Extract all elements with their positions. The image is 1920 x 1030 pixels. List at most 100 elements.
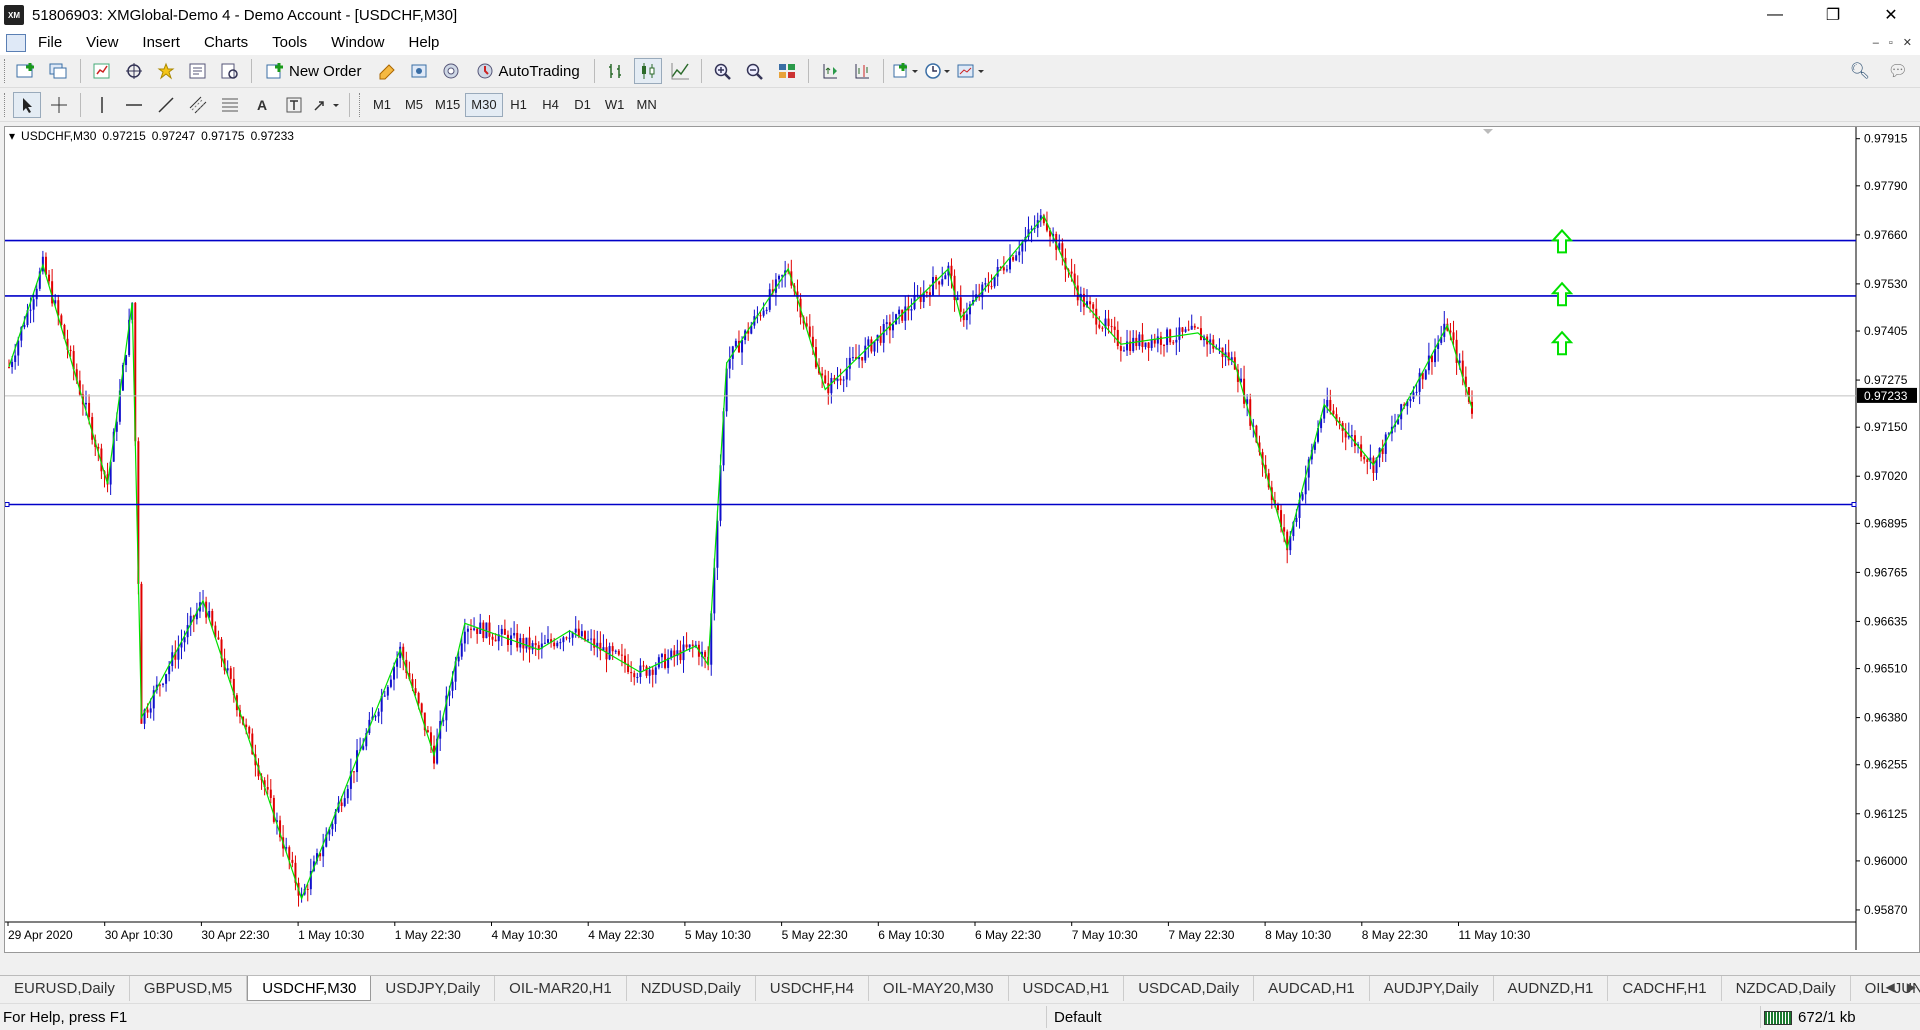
timeframe-d1[interactable]: D1	[567, 93, 599, 117]
chart-tab[interactable]: NZDCAD,Daily	[1722, 976, 1851, 1001]
line-chart-icon[interactable]	[666, 58, 694, 84]
chart-tab[interactable]: CADCHF,H1	[1608, 976, 1722, 1001]
menu-file[interactable]: File	[26, 30, 74, 55]
chart-tab[interactable]: USDCAD,H1	[1009, 976, 1125, 1001]
data-window-icon[interactable]	[120, 58, 148, 84]
timeframe-m15[interactable]: M15	[430, 93, 465, 117]
document-icon[interactable]	[6, 33, 26, 52]
templates-icon[interactable]	[955, 58, 985, 84]
chart-tab[interactable]: AUDJPY,Daily	[1370, 976, 1494, 1001]
chart-tab[interactable]: AUDNZD,H1	[1494, 976, 1609, 1001]
chart-tab[interactable]: OIL-MAR20,H1	[495, 976, 627, 1001]
chart-tab[interactable]: USDCHF,M30	[247, 976, 372, 1001]
search-icon[interactable]: 🔍︎	[1850, 61, 1870, 81]
bar-chart-icon[interactable]	[602, 58, 630, 84]
zoom-in-icon[interactable]	[709, 58, 737, 84]
auto-scroll-icon[interactable]	[816, 58, 844, 84]
chart-tab[interactable]: OIL-MAY20,M30	[869, 976, 1009, 1001]
chart-tab[interactable]: GBPUSD,M5	[130, 976, 248, 1001]
timeframe-m30[interactable]: M30	[465, 92, 503, 117]
autotrading-icon	[477, 63, 493, 79]
zoom-out-icon[interactable]	[741, 58, 769, 84]
new-chart-icon[interactable]	[13, 58, 41, 84]
status-divider	[1760, 1006, 1761, 1028]
candle-body	[867, 339, 870, 346]
candle-body	[1190, 325, 1193, 330]
chart-menu-triangle-icon[interactable]: ▾	[9, 129, 15, 143]
crosshair-icon[interactable]	[45, 92, 73, 118]
chart-window[interactable]: ▾ USDCHF,M30 0.97215 0.97247 0.97175 0.9…	[4, 126, 1920, 953]
chart-tab[interactable]: USDCHF,H4	[756, 976, 869, 1001]
timeframe-m1[interactable]: M1	[366, 93, 398, 117]
horizontal-line-icon[interactable]	[120, 92, 148, 118]
periods-icon[interactable]	[923, 58, 951, 84]
chart-shift-icon[interactable]	[848, 58, 876, 84]
signals-icon[interactable]	[405, 58, 433, 84]
candlestick-chart-icon[interactable]	[633, 58, 662, 84]
text-label-icon[interactable]	[280, 92, 308, 118]
equidistant-channel-icon[interactable]	[184, 92, 212, 118]
new-order-button[interactable]: New Order	[259, 58, 369, 84]
candle-body	[660, 654, 663, 658]
candle-body	[1301, 494, 1304, 500]
mdi-minimize-button[interactable]: ‒	[1873, 37, 1879, 49]
tile-windows-icon[interactable]	[773, 58, 801, 84]
status-traffic-value: 672/1 kb	[1798, 1009, 1856, 1026]
menu-insert[interactable]: Insert	[130, 30, 192, 55]
profiles-icon[interactable]	[45, 58, 73, 84]
vertical-line-icon[interactable]	[88, 92, 116, 118]
buy-arrow-icon	[1550, 228, 1574, 254]
candle-body	[266, 787, 269, 790]
terminal-icon[interactable]	[184, 58, 212, 84]
metaeditor-icon[interactable]	[373, 58, 401, 84]
timeframe-w1[interactable]: W1	[599, 93, 631, 117]
tab-scroll-left-icon[interactable]: ◀	[1886, 980, 1895, 994]
line-handle[interactable]	[5, 502, 10, 508]
mdi-restore-button[interactable]: ▫	[1889, 37, 1893, 49]
candle-body	[229, 668, 232, 679]
timeframe-h1[interactable]: H1	[503, 93, 535, 117]
navigator-icon[interactable]	[152, 58, 180, 84]
menu-help[interactable]: Help	[397, 30, 452, 55]
indicators-icon[interactable]	[891, 58, 919, 84]
close-button[interactable]: ✕	[1862, 0, 1920, 30]
cursor-icon[interactable]	[13, 91, 41, 118]
toolbar-grip[interactable]	[4, 59, 7, 83]
new-order-icon	[266, 63, 283, 79]
menu-view[interactable]: View	[74, 30, 130, 55]
restore-button[interactable]: ❐	[1804, 0, 1862, 30]
candle-body	[590, 638, 593, 640]
chart-tab[interactable]: USDJPY,Daily	[371, 976, 496, 1001]
candle-body	[503, 628, 506, 635]
toolbar-grip[interactable]	[4, 92, 7, 117]
timeframe-m5[interactable]: M5	[398, 93, 430, 117]
strategy-tester-icon[interactable]	[216, 58, 244, 84]
price-chart[interactable]: 0.97915 0.97790 0.97660 0.97530 0.97405 0.972…	[5, 127, 1919, 952]
toolbar-grip[interactable]	[359, 92, 362, 117]
menu-tools[interactable]: Tools	[260, 30, 319, 55]
chat-icon[interactable]: 💬︎	[1888, 61, 1908, 81]
candle-body	[587, 639, 590, 641]
mdi-close-button[interactable]: ✕	[1903, 36, 1912, 49]
chart-tab[interactable]: EURUSD,Daily	[0, 976, 130, 1001]
line-handle[interactable]	[1851, 502, 1857, 508]
timeframe-h4[interactable]: H4	[535, 93, 567, 117]
fibonacci-icon[interactable]	[216, 92, 244, 118]
market-watch-icon[interactable]	[88, 58, 116, 84]
drawing-toolbar: A M1 M5 M15 M30 H1 H4 D1 W1 MN	[0, 88, 1920, 122]
autotrading-button[interactable]: AutoTrading	[469, 58, 587, 84]
trendline-icon[interactable]	[152, 92, 180, 118]
chart-tab[interactable]: USDCAD,Daily	[1124, 976, 1255, 1001]
chart-tabs: EURUSD,Daily GBPUSD,M5 USDCHF,M30 USDJPY,Da…	[0, 975, 1920, 1001]
chart-tab[interactable]: AUDCAD,H1	[1254, 976, 1370, 1001]
market-icon[interactable]	[437, 58, 465, 84]
tab-scroll-right-icon[interactable]: ▶	[1907, 980, 1916, 994]
arrows-shapes-icon[interactable]	[312, 92, 342, 118]
menu-charts[interactable]: Charts	[192, 30, 260, 55]
minimize-button[interactable]: —	[1746, 0, 1804, 30]
chart-tab[interactable]: NZDUSD,Daily	[627, 976, 756, 1001]
text-icon[interactable]: A	[248, 92, 276, 118]
timeframe-mn[interactable]: MN	[631, 93, 663, 117]
chart-shift-marker-icon[interactable]	[1483, 129, 1493, 134]
menu-window[interactable]: Window	[319, 30, 396, 55]
